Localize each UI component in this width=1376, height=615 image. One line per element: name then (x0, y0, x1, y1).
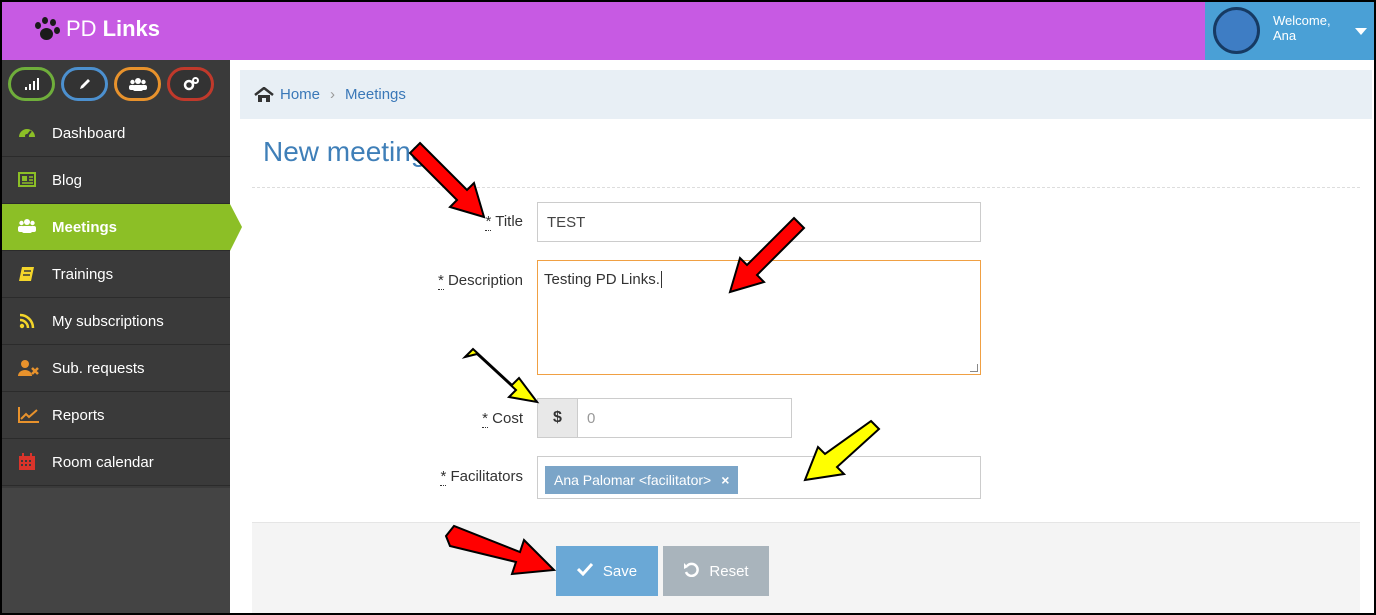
sidebar-item-meetings[interactable]: Meetings (2, 204, 242, 251)
required-mark: * (440, 468, 447, 486)
undo-icon (683, 561, 700, 582)
sidebar-item-label: Reports (52, 406, 105, 424)
welcome-text: Welcome, (1273, 13, 1331, 28)
sidebar-item-reports[interactable]: Reports (2, 392, 230, 439)
sidebar-item-label: Dashboard (52, 124, 126, 142)
app-frame: PD Links Welcome, Ana Dashboard Blog Mee… (0, 0, 1376, 615)
brand-logo[interactable]: PD Links (32, 16, 160, 42)
sidebar-empty-area (2, 488, 230, 613)
sidebar-item-dashboard[interactable]: Dashboard (2, 110, 230, 157)
sidebar-item-room-calendar[interactable]: Room calendar (2, 439, 230, 486)
line-chart-icon (18, 406, 39, 424)
sidebar-nav: Dashboard Blog Meetings Trainings My sub… (2, 110, 242, 486)
user-remove-icon (18, 359, 39, 377)
sidebar-item-blog[interactable]: Blog (2, 157, 230, 204)
user-name: Ana (1273, 28, 1297, 43)
yellow-arrow-cost (461, 347, 540, 404)
group-icon (128, 78, 147, 91)
reset-label: Reset (709, 562, 749, 580)
sidebar-item-label: My subscriptions (52, 312, 164, 330)
user-greeting: Welcome, Ana (1273, 13, 1331, 43)
remove-tag-icon[interactable]: × (721, 472, 729, 488)
breadcrumb-home-link[interactable]: Home (280, 86, 320, 103)
red-arrow-save (444, 524, 557, 576)
required-mark: * (482, 410, 488, 428)
book-icon (18, 265, 36, 283)
pencil-icon (79, 79, 90, 89)
facilitators-label: * Facilitators (402, 468, 523, 486)
facilitator-tag: Ana Palomar <facilitator> × (545, 466, 739, 494)
avatar (1213, 7, 1260, 54)
sidebar: Dashboard Blog Meetings Trainings My sub… (2, 60, 242, 613)
form-actions (252, 522, 1360, 613)
description-label-text: Description (447, 272, 523, 289)
reset-button[interactable]: Reset (663, 546, 769, 596)
cogs-icon (183, 77, 199, 91)
group-icon (18, 218, 36, 236)
shortcut-cogs-button[interactable] (167, 67, 214, 101)
red-arrow-title (408, 141, 486, 219)
yellow-arrow-facilitators (803, 419, 881, 482)
sidebar-item-sub-requests[interactable]: Sub. requests (2, 345, 230, 392)
breadcrumb-separator: › (330, 86, 336, 103)
rss-icon (18, 312, 36, 330)
sidebar-item-my-subscriptions[interactable]: My subscriptions (2, 298, 230, 345)
facilitator-tag-label: Ana Palomar <facilitator> (554, 472, 712, 488)
shortcut-pencil-button[interactable] (61, 67, 108, 101)
user-menu[interactable]: Welcome, Ana (1205, 2, 1374, 60)
sidebar-shortcuts (8, 67, 214, 101)
description-text: Testing PD Links. (544, 271, 660, 288)
sidebar-item-label: Sub. requests (52, 359, 145, 377)
shortcut-group-button[interactable] (114, 67, 161, 101)
signal-icon (24, 78, 39, 90)
brand-name: Links (102, 16, 161, 41)
cost-input[interactable]: 0 (577, 398, 792, 438)
home-icon[interactable] (254, 85, 274, 103)
sidebar-item-label: Room calendar (52, 453, 154, 471)
resize-handle[interactable] (970, 364, 978, 372)
sidebar-item-trainings[interactable]: Trainings (2, 251, 230, 298)
red-arrow-description (728, 216, 806, 294)
cost-label-text: Cost (492, 410, 523, 427)
save-button[interactable]: Save (556, 546, 658, 596)
save-label: Save (602, 562, 638, 580)
sidebar-item-label: Meetings (52, 218, 118, 236)
calendar-icon (18, 453, 36, 471)
breadcrumb-current[interactable]: Meetings (345, 86, 406, 103)
breadcrumb: Home › Meetings (240, 70, 1372, 119)
top-bar: PD Links Welcome, Ana (2, 2, 1374, 60)
newspaper-icon (18, 171, 36, 189)
facilitators-label-text: Facilitators (450, 468, 523, 485)
caret-down-icon (1355, 28, 1367, 35)
sidebar-item-label: Blog (52, 171, 83, 189)
required-mark: * (437, 272, 444, 290)
shortcut-signal-button[interactable] (8, 67, 55, 101)
check-icon (576, 562, 594, 581)
sidebar-item-label: Trainings (52, 265, 114, 283)
text-cursor (660, 271, 667, 288)
brand-prefix: PD (66, 16, 97, 41)
description-label: * Description (402, 272, 523, 290)
cost-label: * Cost (442, 410, 523, 428)
paw-icon (32, 16, 62, 42)
dashboard-icon (18, 124, 36, 142)
